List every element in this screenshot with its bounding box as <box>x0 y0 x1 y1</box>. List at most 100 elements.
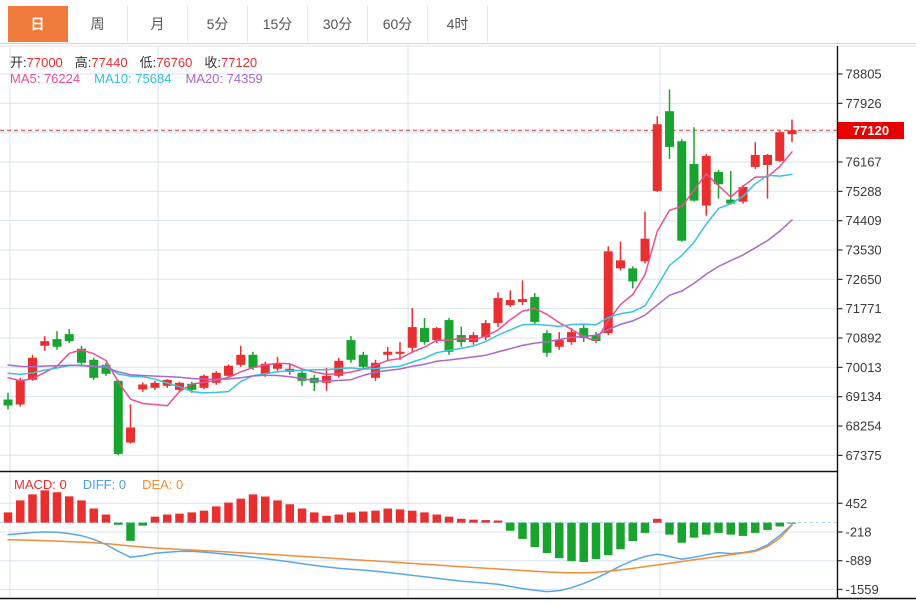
macd-bar <box>640 522 650 533</box>
macd-bar <box>628 522 637 542</box>
macd-bar <box>175 513 184 523</box>
macd-bar <box>702 522 711 535</box>
macd-bar <box>738 522 748 536</box>
readout-item: MA5: 76224 <box>10 71 81 86</box>
macd-bar <box>16 500 25 523</box>
candle-body <box>432 328 442 341</box>
macd-bar <box>591 522 601 560</box>
macd-bar <box>665 522 674 535</box>
macd-bar <box>273 500 282 523</box>
macd-bar <box>518 522 527 539</box>
candle-body <box>273 363 282 369</box>
candle-body <box>248 354 258 368</box>
candle-body <box>505 300 515 306</box>
candle-body <box>750 154 760 167</box>
candle-body <box>224 365 233 376</box>
macd-bar <box>114 522 123 525</box>
tab-周[interactable]: 周 <box>68 6 128 42</box>
candle-body <box>138 384 148 390</box>
candle-body <box>150 382 160 388</box>
macd-bar <box>775 522 784 527</box>
candle-body <box>346 340 356 360</box>
candle-body <box>113 380 123 454</box>
macd-bar <box>371 510 380 523</box>
macd-bar <box>65 496 74 523</box>
macd-bar <box>787 522 797 524</box>
tab-日[interactable]: 日 <box>8 6 68 42</box>
price-axis-label: 74409 <box>846 213 882 228</box>
macd-bar <box>677 522 686 543</box>
macd-bar <box>101 514 111 523</box>
macd-bar <box>212 506 221 523</box>
macd-bar <box>199 510 209 523</box>
macd-bar <box>616 522 625 550</box>
price-axis-label: -1559 <box>846 582 879 597</box>
kline-app: 78805 77926 76167 75288 74409 73530 72650 71771… <box>0 0 916 605</box>
candle-body <box>89 359 99 378</box>
tab-月[interactable]: 月 <box>128 6 188 42</box>
candle-body <box>64 334 74 342</box>
price-axis-label: 68254 <box>846 419 882 434</box>
price-axis-label: 70013 <box>846 360 882 375</box>
macd-bar <box>334 514 343 523</box>
ma-readout: MA5: 76224 MA10: 75684 MA20: 74359 <box>10 71 277 86</box>
macd-bar <box>751 522 760 533</box>
tab-30分[interactable]: 30分 <box>308 6 368 42</box>
price-axis-label: 72650 <box>846 272 882 287</box>
ohlc-readout: 开:77000 高:77440 低:76760 收:77120 <box>10 52 269 71</box>
kline-chart-svg: 78805 77926 76167 75288 74409 73530 72650 71771… <box>0 45 916 600</box>
macd-bar <box>481 520 490 523</box>
macd-diff-line <box>7 523 793 593</box>
candle-body <box>518 299 527 303</box>
current-price-tag: 77120 <box>838 122 904 139</box>
macd-bar <box>763 522 772 530</box>
tab-60分[interactable]: 60分 <box>368 6 428 42</box>
price-axis-label: 76167 <box>846 155 882 170</box>
macd-bar <box>310 512 319 523</box>
candle-body <box>652 124 662 191</box>
candle-body <box>665 111 674 147</box>
candle-body <box>126 427 135 443</box>
macd-bar <box>506 522 515 531</box>
macd-bar <box>493 520 503 523</box>
macd-bar <box>555 522 564 559</box>
candle-body <box>554 340 564 347</box>
ma10-line <box>7 173 793 394</box>
macd-bar <box>297 508 307 523</box>
macd-bar <box>530 522 539 548</box>
macd-bar <box>359 511 368 523</box>
macd-bar <box>567 522 576 562</box>
readout-item: 高:77440 <box>74 55 128 70</box>
macd-bar <box>150 516 160 523</box>
macd-bar <box>322 515 331 523</box>
candle-body <box>383 351 393 355</box>
macd-bar <box>444 516 454 523</box>
tab-15分[interactable]: 15分 <box>248 6 308 42</box>
candle-body <box>40 341 50 346</box>
candle-body <box>407 327 417 348</box>
candle-body <box>775 132 785 161</box>
candle-body <box>677 141 687 241</box>
price-axis-label: 67375 <box>846 448 882 463</box>
candle-body <box>15 379 25 405</box>
tab-5分[interactable]: 5分 <box>188 6 248 42</box>
price-axis-label: 70892 <box>846 331 882 346</box>
candle-body <box>3 399 13 406</box>
price-axis-label: 77926 <box>846 96 882 111</box>
candle-body <box>52 339 62 347</box>
readout-item: 低:76760 <box>139 55 193 70</box>
candle-body <box>236 354 246 365</box>
macd-bar <box>346 512 356 523</box>
macd-bar <box>40 490 49 523</box>
macd-bar <box>469 519 478 523</box>
macd-bar <box>77 500 86 523</box>
macd-bar <box>604 522 613 556</box>
tab-4时[interactable]: 4时 <box>428 6 488 42</box>
candle-body <box>395 351 405 354</box>
readout-item: DEA: 0 <box>142 477 184 492</box>
macd-bar <box>261 496 270 523</box>
readout-item: 收:77120 <box>204 55 258 70</box>
readout-item: MACD: 0 <box>14 477 67 492</box>
candle-body <box>420 328 429 343</box>
candle-body <box>358 354 368 367</box>
